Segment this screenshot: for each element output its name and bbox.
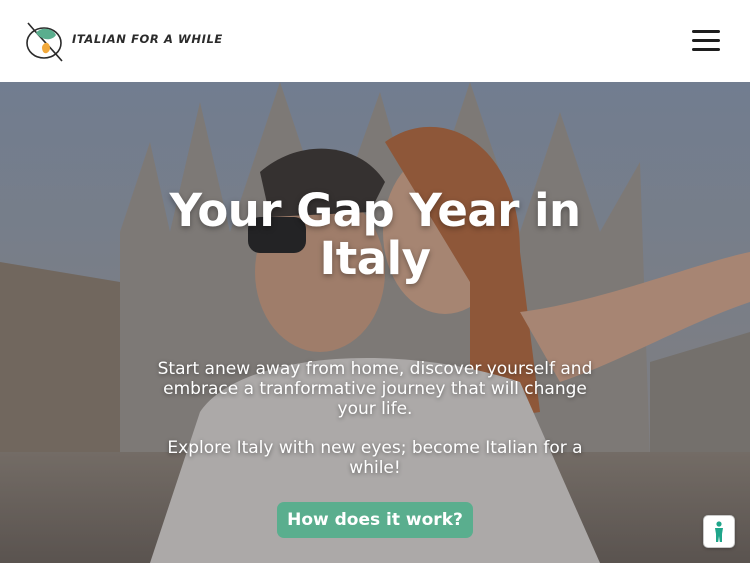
- accessibility-person-icon: [715, 520, 723, 542]
- logo-text: ITALIAN FOR A WHILE: [72, 32, 223, 46]
- logo-mark-icon: [26, 22, 63, 62]
- hero-title-line-2: Italy: [319, 232, 431, 285]
- hero-section: Your Gap Year in Italy Start anew away f…: [0, 82, 750, 563]
- site-header: ITALIAN FOR A WHILE: [0, 0, 750, 82]
- hero-tagline: Explore Italy with new eyes; become Ital…: [167, 438, 583, 478]
- menu-bar: [692, 39, 720, 42]
- hero-title: Your Gap Year in Italy: [0, 187, 750, 283]
- menu-bar: [692, 30, 720, 33]
- menu-bar: [692, 48, 720, 51]
- how-does-it-work-button[interactable]: How does it work?: [277, 502, 473, 538]
- hero-description: Start anew away from home, discover your…: [157, 359, 593, 419]
- site-logo[interactable]: ITALIAN FOR A WHILE: [22, 17, 223, 65]
- hamburger-menu-icon[interactable]: [692, 30, 720, 52]
- hero-title-line-1: Your Gap Year in: [169, 184, 581, 237]
- accessibility-button[interactable]: [703, 515, 735, 548]
- hero-overlay: [0, 82, 750, 563]
